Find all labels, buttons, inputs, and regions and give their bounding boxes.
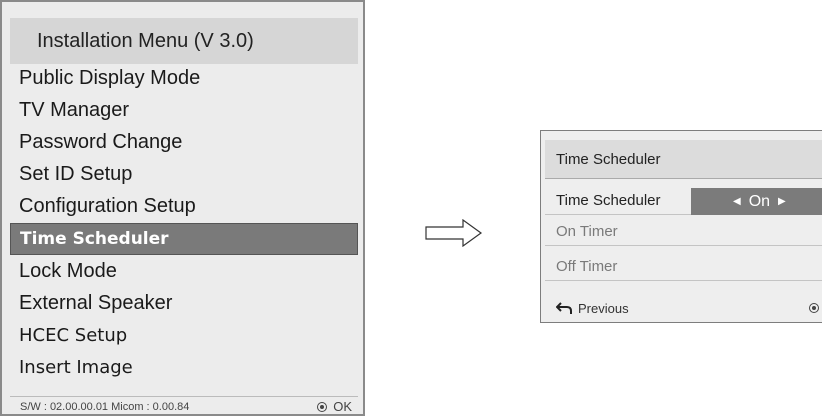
time-scheduler-selector[interactable]: ◀ On ▶ — [691, 188, 822, 215]
ok-button-icon — [809, 303, 820, 313]
menu-item-hcec-setup[interactable]: HCEC Setup — [10, 319, 358, 351]
on-timer-label: On Timer — [556, 223, 618, 240]
previous-button[interactable]: Previous — [556, 301, 629, 316]
menu-item-public-display-mode[interactable]: Public Display Mode — [10, 62, 358, 94]
menu-item-time-scheduler[interactable]: Time Scheduler — [10, 223, 358, 255]
ok-button-icon — [317, 401, 328, 412]
installation-menu-footer: S/W : 02.00.00.01 Micom : 0.00.84 OK — [10, 396, 358, 416]
installation-menu-title: Installation Menu (V 3.0) — [10, 18, 358, 64]
back-arrow-icon — [556, 302, 572, 314]
ok-label: OK — [333, 399, 352, 414]
menu-item-configuration-setup[interactable]: Configuration Setup — [10, 190, 358, 222]
time-scheduler-label: Time Scheduler — [556, 192, 661, 209]
off-timer-label: Off Timer — [556, 258, 618, 275]
time-scheduler-panel: Time Scheduler Time Scheduler ◀ On ▶ On … — [540, 130, 822, 323]
time-scheduler-panel-title: Time Scheduler — [545, 140, 822, 179]
menu-item-password-change[interactable]: Password Change — [10, 126, 358, 158]
time-scheduler-footer: Previous OK — [545, 295, 822, 321]
menu-item-tv-manager[interactable]: TV Manager — [10, 94, 358, 126]
menu-item-insert-image[interactable]: Insert Image — [10, 351, 358, 383]
on-timer-row[interactable]: On Timer — [545, 218, 822, 246]
previous-label: Previous — [578, 300, 629, 316]
version-info: S/W : 02.00.00.01 Micom : 0.00.84 — [20, 400, 190, 413]
left-triangle-icon[interactable]: ◀ — [733, 196, 741, 207]
ok-hint[interactable]: OK — [317, 399, 352, 414]
right-triangle-icon[interactable]: ▶ — [778, 196, 786, 207]
menu-item-set-id-setup[interactable]: Set ID Setup — [10, 158, 358, 190]
menu-item-external-speaker[interactable]: External Speaker — [10, 287, 358, 319]
right-arrow-icon — [425, 219, 483, 247]
installation-menu: Installation Menu (V 3.0) Public Display… — [0, 0, 365, 416]
time-scheduler-row[interactable]: Time Scheduler ◀ On ▶ — [545, 187, 822, 215]
off-timer-row[interactable]: Off Timer — [545, 253, 822, 281]
menu-item-lock-mode[interactable]: Lock Mode — [10, 255, 358, 287]
time-scheduler-value: On — [748, 192, 771, 210]
ok-hint[interactable]: OK — [809, 301, 822, 316]
